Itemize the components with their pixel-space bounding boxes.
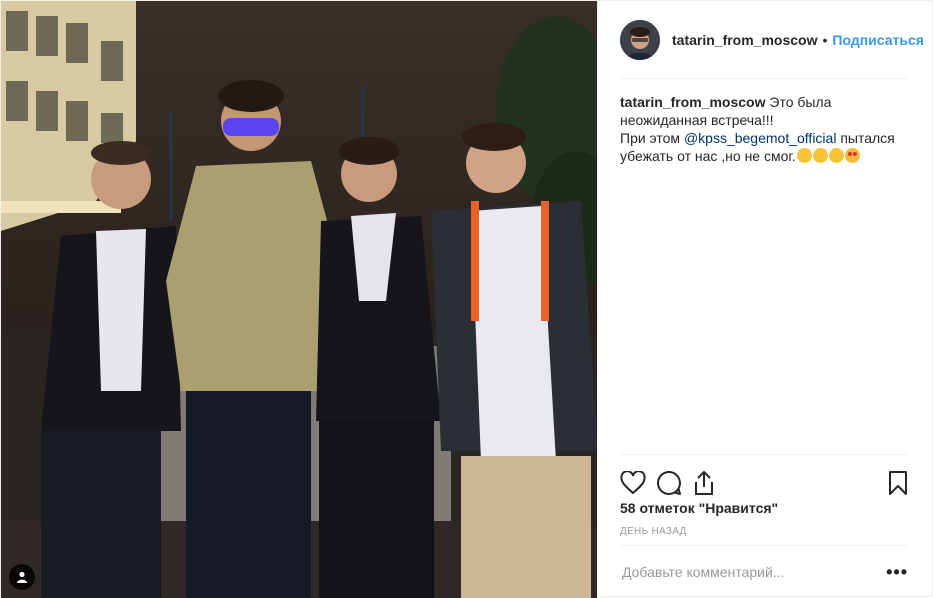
add-comment-section: ••• [620, 545, 908, 598]
photo-scene [1, 1, 597, 598]
comment-button[interactable] [656, 468, 692, 498]
share-button[interactable] [692, 468, 728, 498]
tagged-people-button[interactable] [9, 564, 35, 590]
heart-eyes-emoji-icon [844, 148, 860, 163]
share-icon [695, 470, 713, 495]
likes-count[interactable]: 58 отметок "Нравится" [620, 500, 778, 516]
comment-bubble-icon [657, 470, 681, 495]
follow-button[interactable]: Подписаться [832, 32, 924, 48]
save-button[interactable] [872, 468, 908, 498]
separator-dot: • [822, 31, 828, 48]
post-side-panel: tatarin_from_moscow • Подписаться tatari… [597, 1, 932, 596]
smile-emoji-icon [796, 148, 812, 163]
bookmark-icon [889, 471, 907, 495]
post-header: tatarin_from_moscow • Подписаться [620, 1, 924, 79]
avatar[interactable] [620, 19, 660, 60]
caption-line-2-start: При этом [620, 130, 681, 146]
caption-author[interactable]: tatarin_from_moscow [620, 94, 765, 110]
smile-emoji-icon [828, 148, 844, 163]
caption-block: tatarin_from_moscow Это была неожиданная… [620, 81, 910, 453]
comment-input[interactable] [620, 563, 887, 581]
post-timestamp[interactable]: день назад [620, 526, 687, 537]
post-modal: tatarin_from_moscow • Подписаться tatari… [0, 0, 933, 598]
post-photo[interactable] [1, 1, 597, 598]
heart-icon [620, 471, 646, 495]
more-options-button[interactable]: ••• [886, 562, 908, 583]
header-username[interactable]: tatarin_from_moscow [672, 32, 817, 48]
person-tag-icon [16, 571, 28, 583]
caption-mention-link[interactable]: @kpss_begemot_official [684, 130, 836, 146]
smile-emoji-icon [812, 148, 828, 163]
action-bar [620, 454, 908, 501]
like-button[interactable] [620, 468, 656, 498]
